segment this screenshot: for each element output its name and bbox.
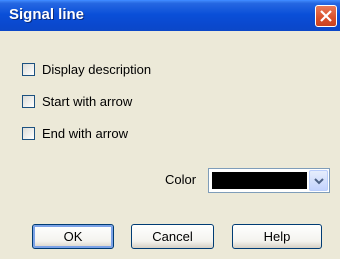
color-swatch <box>212 172 307 189</box>
end-with-arrow-checkbox[interactable] <box>22 127 35 140</box>
close-button[interactable] <box>315 5 337 27</box>
help-button[interactable]: Help <box>232 224 322 249</box>
close-icon <box>320 10 332 22</box>
end-with-arrow-label: End with arrow <box>42 126 128 141</box>
display-description-checkbox[interactable] <box>22 63 35 76</box>
color-dropdown-button[interactable] <box>309 170 328 191</box>
start-with-arrow-label: Start with arrow <box>42 94 133 109</box>
color-label: Color <box>165 172 197 187</box>
color-select[interactable] <box>208 168 330 193</box>
ok-button[interactable]: OK <box>32 224 114 249</box>
display-description-label: Display description <box>42 62 152 77</box>
title-bar[interactable]: Signal line <box>0 0 340 31</box>
chevron-down-icon <box>314 178 324 185</box>
cancel-button[interactable]: Cancel <box>131 224 214 249</box>
signal-line-dialog: Signal line Display description Start wi… <box>0 0 340 259</box>
dialog-title: Signal line <box>9 6 85 23</box>
start-with-arrow-checkbox[interactable] <box>22 95 35 108</box>
